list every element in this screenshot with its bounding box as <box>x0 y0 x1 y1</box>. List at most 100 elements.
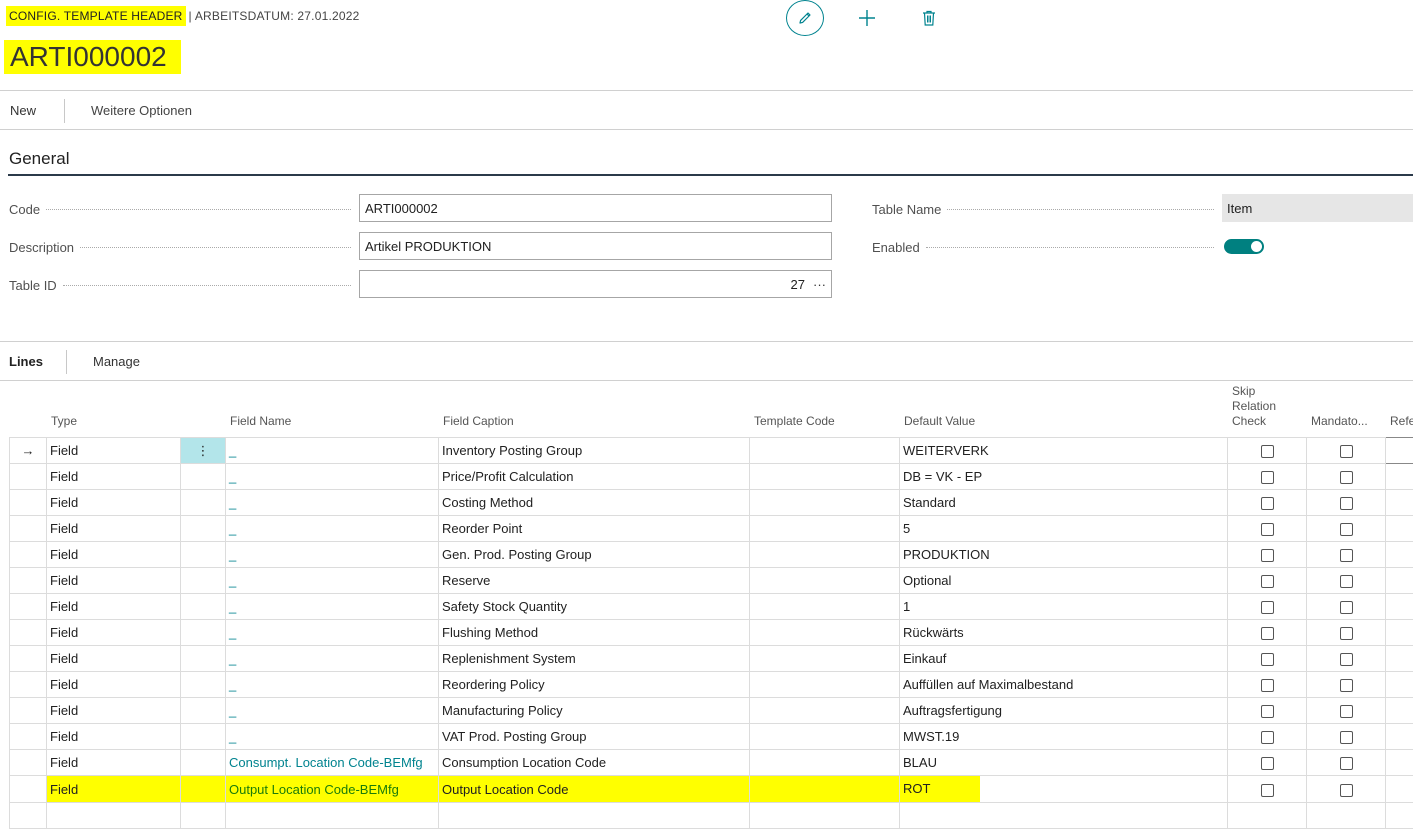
field-caption-cell[interactable]: Manufacturing Policy <box>438 697 750 724</box>
tab-manage[interactable]: Manage <box>93 354 140 369</box>
field-caption-cell[interactable]: Flushing Method <box>438 619 750 646</box>
table-row[interactable]: Field _ Safety Stock Quantity 1 <box>9 593 1413 620</box>
field-caption-cell[interactable]: Output Location Code <box>438 775 750 803</box>
reference-cell[interactable] <box>1385 749 1413 776</box>
table-row[interactable]: Field Consumpt. Location Code-BEMfg Consum… <box>9 749 1413 776</box>
row-menu-cell[interactable] <box>180 541 226 568</box>
skip-relation-checkbox[interactable] <box>1260 679 1274 693</box>
mandatory-checkbox[interactable] <box>1339 731 1353 745</box>
mandatory-checkbox[interactable] <box>1339 445 1353 459</box>
row-menu-cell[interactable] <box>180 723 226 750</box>
empty-cell[interactable] <box>9 802 47 829</box>
skip-relation-checkbox[interactable] <box>1260 601 1274 615</box>
field-name-cell[interactable]: _ <box>225 437 439 464</box>
tab-lines[interactable]: Lines <box>9 354 43 369</box>
mandatory-checkbox[interactable] <box>1339 523 1353 537</box>
default-value-cell[interactable]: 5 <box>899 515 1228 542</box>
table-row-empty[interactable] <box>9 802 1413 829</box>
empty-cell[interactable] <box>225 802 439 829</box>
row-menu-cell[interactable] <box>180 645 226 672</box>
row-menu-cell[interactable] <box>180 775 226 803</box>
row-menu-cell[interactable] <box>180 671 226 698</box>
type-cell[interactable]: Field <box>46 671 181 698</box>
reference-cell[interactable] <box>1385 619 1413 646</box>
default-value-cell[interactable]: PRODUKTION <box>899 541 1228 568</box>
row-marker-cell[interactable] <box>9 515 47 542</box>
field-caption-cell[interactable]: Replenishment System <box>438 645 750 672</box>
empty-cell[interactable] <box>438 802 750 829</box>
type-cell[interactable]: Field <box>46 489 181 516</box>
skip-relation-checkbox[interactable] <box>1260 731 1274 745</box>
table-row[interactable]: Field _ VAT Prod. Posting Group MWST.19 <box>9 723 1413 750</box>
skip-relation-checkbox[interactable] <box>1260 653 1274 667</box>
template-code-cell[interactable] <box>749 593 900 620</box>
template-code-cell[interactable] <box>749 749 900 776</box>
field-caption-cell[interactable]: Gen. Prod. Posting Group <box>438 541 750 568</box>
row-marker-cell[interactable] <box>9 489 47 516</box>
field-name-cell[interactable]: _ <box>225 541 439 568</box>
row-menu-cell[interactable] <box>180 515 226 542</box>
mandatory-checkbox[interactable] <box>1339 471 1353 485</box>
empty-cell[interactable] <box>1385 802 1413 829</box>
row-menu-button[interactable]: ⋮ <box>180 437 226 464</box>
mandatory-checkbox[interactable] <box>1339 653 1353 667</box>
more-options-action[interactable]: Weitere Optionen <box>91 103 192 118</box>
field-name-cell[interactable]: _ <box>225 593 439 620</box>
default-value-cell[interactable]: Optional <box>899 567 1228 594</box>
template-code-cell[interactable] <box>749 775 900 803</box>
template-code-cell[interactable] <box>749 437 900 464</box>
row-marker-cell[interactable] <box>9 567 47 594</box>
breadcrumb-page[interactable]: CONFIG. TEMPLATE HEADER <box>6 6 186 26</box>
table-row[interactable]: Field _ Flushing Method Rückwärts <box>9 619 1413 646</box>
mandatory-checkbox[interactable] <box>1339 705 1353 719</box>
type-cell[interactable]: Field <box>46 645 181 672</box>
empty-cell[interactable] <box>1306 802 1386 829</box>
mandatory-checkbox[interactable] <box>1339 627 1353 641</box>
row-menu-cell[interactable] <box>180 749 226 776</box>
skip-relation-checkbox[interactable] <box>1260 627 1274 641</box>
template-code-cell[interactable] <box>749 515 900 542</box>
type-cell[interactable]: Field <box>46 775 181 803</box>
template-code-cell[interactable] <box>749 567 900 594</box>
column-header-type[interactable]: Type <box>51 414 77 429</box>
type-cell[interactable]: Field <box>46 697 181 724</box>
empty-cell[interactable] <box>899 802 1228 829</box>
skip-relation-checkbox[interactable] <box>1260 783 1274 797</box>
general-section-title[interactable]: General <box>9 149 69 169</box>
table-row[interactable]: Field _ Reorder Point 5 <box>9 515 1413 542</box>
reference-cell[interactable] <box>1385 437 1413 464</box>
default-value-cell[interactable]: BLAU <box>899 749 1228 776</box>
mandatory-checkbox[interactable] <box>1339 575 1353 589</box>
type-cell[interactable]: Field <box>46 567 181 594</box>
row-menu-cell[interactable] <box>180 619 226 646</box>
template-code-cell[interactable] <box>749 723 900 750</box>
mandatory-checkbox[interactable] <box>1339 497 1353 511</box>
mandatory-checkbox[interactable] <box>1339 601 1353 615</box>
row-marker-cell[interactable] <box>9 645 47 672</box>
skip-relation-checkbox[interactable] <box>1260 575 1274 589</box>
template-code-cell[interactable] <box>749 697 900 724</box>
template-code-cell[interactable] <box>749 619 900 646</box>
default-value-cell[interactable]: Standard <box>899 489 1228 516</box>
field-name-cell[interactable]: Output Location Code-BEMfg <box>225 775 439 803</box>
mandatory-checkbox[interactable] <box>1339 679 1353 693</box>
edit-button[interactable] <box>786 0 824 36</box>
description-field[interactable]: Artikel PRODUKTION <box>359 232 832 260</box>
empty-cell[interactable] <box>180 802 226 829</box>
column-header-reference[interactable]: Refe <box>1390 414 1413 429</box>
table-row[interactable]: Field Output Location Code-BEMfg Output Lo… <box>9 775 1413 803</box>
field-caption-cell[interactable]: Inventory Posting Group <box>438 437 750 464</box>
empty-cell[interactable] <box>46 802 181 829</box>
enabled-toggle[interactable] <box>1224 239 1264 254</box>
field-caption-cell[interactable]: Consumption Location Code <box>438 749 750 776</box>
row-marker-cell[interactable] <box>9 463 47 490</box>
reference-cell[interactable] <box>1385 541 1413 568</box>
type-cell[interactable]: Field <box>46 593 181 620</box>
default-value-cell[interactable]: Auffüllen auf Maximalbestand <box>899 671 1228 698</box>
default-value-cell[interactable]: MWST.19 <box>899 723 1228 750</box>
row-marker-cell[interactable] <box>9 697 47 724</box>
column-header-mandatory[interactable]: Mandato... <box>1311 414 1368 429</box>
field-caption-cell[interactable]: Price/Profit Calculation <box>438 463 750 490</box>
skip-relation-checkbox[interactable] <box>1260 757 1274 771</box>
reference-cell[interactable] <box>1385 671 1413 698</box>
